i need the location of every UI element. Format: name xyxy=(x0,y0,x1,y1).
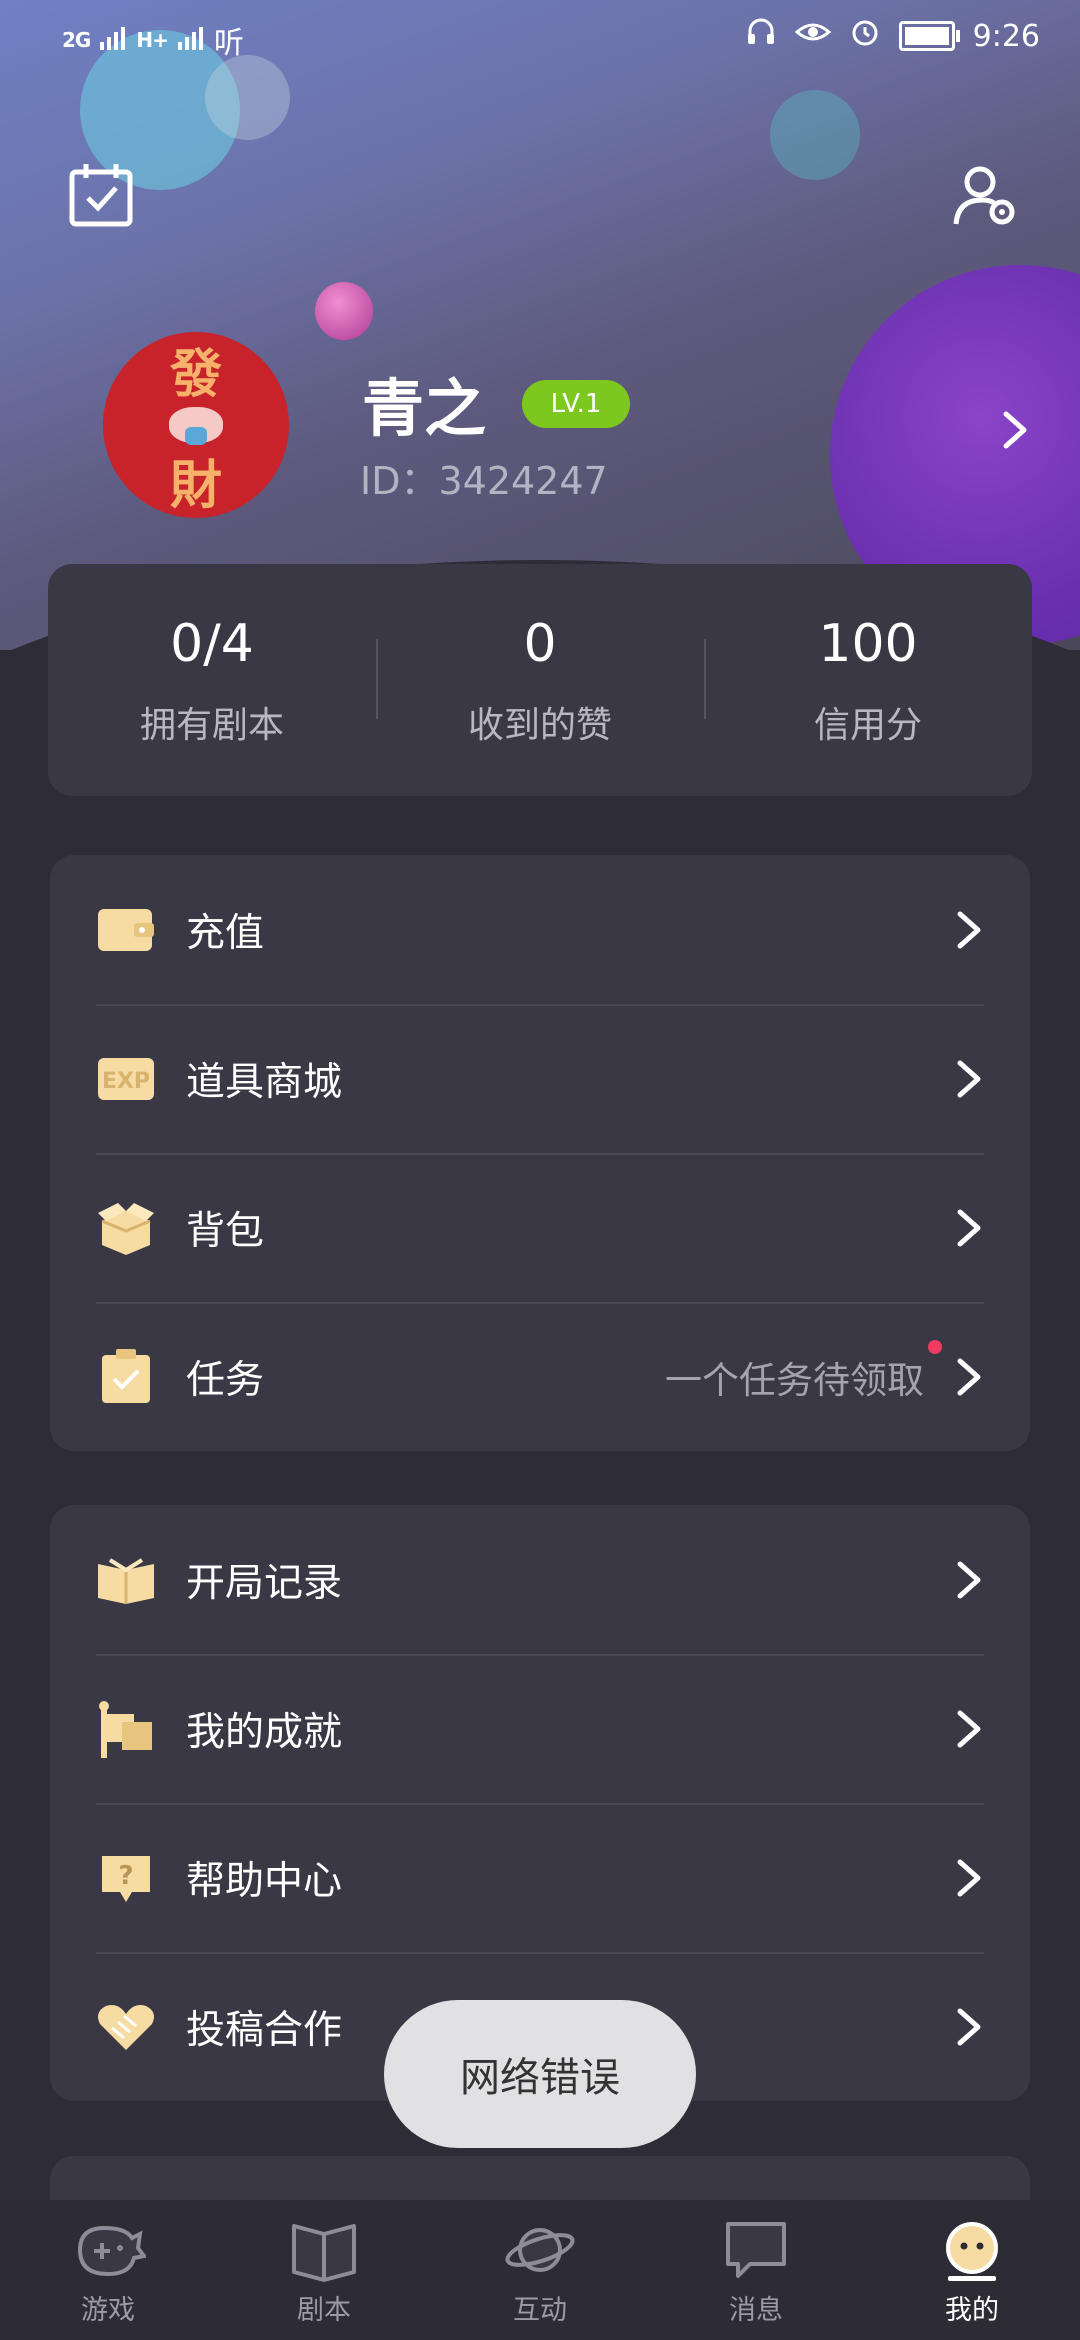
task-hint-text: 一个任务待领取 xyxy=(665,1358,924,1402)
profile-header-background xyxy=(0,0,1080,650)
face-icon xyxy=(946,2222,998,2281)
tab-me[interactable]: 我的 xyxy=(864,2200,1080,2340)
menu-item-label: 背包 xyxy=(186,1208,265,1254)
level-badge: LV.1 xyxy=(522,380,630,428)
avatar-text: 財 xyxy=(169,455,222,516)
task-hint: 一个任务待领取 xyxy=(665,1339,942,1404)
help-icon: ? xyxy=(96,1848,156,1908)
avatar[interactable]: 發 財 xyxy=(103,332,289,518)
chevron-right-icon xyxy=(957,1561,981,1598)
clock-time: 9:26 xyxy=(972,18,1040,54)
stat-likes-received[interactable]: 0 收到的赞 xyxy=(376,564,704,796)
menu-item-label: 道具商城 xyxy=(186,1059,343,1105)
user-id: ID：3424247 xyxy=(360,459,608,503)
menu-item-shop[interactable]: EXP 道具商城 xyxy=(50,1004,1030,1153)
tab-label: 我的 xyxy=(945,2295,999,2326)
menu-item-label: 任务 xyxy=(186,1357,265,1403)
tab-interact[interactable]: 互动 xyxy=(432,2200,648,2340)
menu-item-label: 我的成就 xyxy=(186,1709,343,1755)
chevron-right-icon xyxy=(957,911,981,948)
tab-label: 消息 xyxy=(729,2295,783,2326)
avatar-text: 發 xyxy=(169,344,222,405)
book-open-icon xyxy=(292,2224,356,2282)
menu-item-game-records[interactable]: 开局记录 xyxy=(50,1505,1030,1654)
profile-chevron-right-icon[interactable] xyxy=(1000,408,1030,456)
chevron-right-icon xyxy=(957,1209,981,1246)
battery-icon xyxy=(898,21,960,51)
signal-bars-icon xyxy=(100,23,126,58)
chevron-right-icon xyxy=(957,1859,981,1896)
decor-bubble xyxy=(770,90,860,180)
box-icon xyxy=(96,1198,156,1258)
handshake-icon xyxy=(96,1997,156,2057)
menu-item-help-center[interactable]: ? 帮助中心 xyxy=(50,1803,1030,1952)
wallet-icon xyxy=(96,900,156,960)
gamepad-icon xyxy=(77,2225,146,2277)
menu-item-label: 帮助中心 xyxy=(186,1858,343,1904)
svg-text:EXP: EXP xyxy=(102,1069,150,1094)
user-name: 青之 xyxy=(362,372,487,445)
notification-dot xyxy=(928,1339,942,1354)
stat-credit-score[interactable]: 100 信用分 xyxy=(704,564,1032,796)
eye-icon xyxy=(794,18,831,54)
error-toast: 网络错误 xyxy=(384,2000,696,2148)
tab-label: 剧本 xyxy=(297,2295,351,2326)
stat-scripts-owned[interactable]: 0/4 拥有剧本 xyxy=(48,564,376,796)
chevron-right-icon xyxy=(957,1710,981,1747)
chat-icon xyxy=(726,2222,786,2278)
menu-item-recharge[interactable]: 充值 xyxy=(50,855,1030,1004)
chevron-right-icon xyxy=(957,2008,981,2045)
chevron-right-icon xyxy=(957,1060,981,1097)
stat-label: 拥有剧本 xyxy=(139,705,284,746)
chevron-right-icon xyxy=(957,1358,981,1395)
task-icon xyxy=(96,1347,156,1407)
signal-bars-icon xyxy=(177,23,204,58)
status-bar: 2G H+ 听 9:26 xyxy=(0,0,1080,72)
headset-icon xyxy=(745,16,777,56)
stats-panel: 0/4 拥有剧本 0 收到的赞 100 信用分 xyxy=(48,564,1032,796)
signal-label-2: H+ xyxy=(136,28,168,52)
tab-label: 互动 xyxy=(513,2295,567,2326)
menu-item-achievements[interactable]: 我的成就 xyxy=(50,1654,1030,1803)
menu-card-account: 充值 EXP 道具商城 背包 任务 一个任务待领取 xyxy=(50,855,1030,1451)
stat-value: 0/4 xyxy=(170,614,254,674)
tab-scripts[interactable]: 剧本 xyxy=(216,2200,432,2340)
carrier-label: 听 xyxy=(213,26,244,61)
bottom-nav: 游戏 剧本 互动 消息 我的 xyxy=(0,2200,1080,2340)
menu-item-tasks[interactable]: 任务 一个任务待领取 xyxy=(50,1302,1030,1451)
menu-item-backpack[interactable]: 背包 xyxy=(50,1153,1030,1302)
menu-item-label: 充值 xyxy=(186,910,265,956)
tab-label: 游戏 xyxy=(81,2295,135,2326)
account-settings-icon[interactable] xyxy=(950,160,1020,230)
signal-label-1: 2G xyxy=(62,28,91,52)
exp-card-icon: EXP xyxy=(96,1049,156,1109)
tab-games[interactable]: 游戏 xyxy=(0,2200,216,2340)
svg-text:?: ? xyxy=(118,1861,133,1891)
stat-value: 0 xyxy=(523,614,557,674)
flag-icon xyxy=(96,1699,156,1759)
alarm-icon xyxy=(849,16,881,56)
calendar-checkin-icon[interactable] xyxy=(66,160,136,230)
planet-icon xyxy=(505,2228,575,2272)
pig-icon xyxy=(169,407,223,445)
menu-item-label: 开局记录 xyxy=(186,1560,343,1606)
tab-messages[interactable]: 消息 xyxy=(648,2200,864,2340)
book-icon xyxy=(96,1550,156,1610)
stat-label: 收到的赞 xyxy=(467,705,612,746)
stat-value: 100 xyxy=(818,614,918,674)
stat-label: 信用分 xyxy=(813,705,922,746)
decor-bubble xyxy=(315,282,373,340)
